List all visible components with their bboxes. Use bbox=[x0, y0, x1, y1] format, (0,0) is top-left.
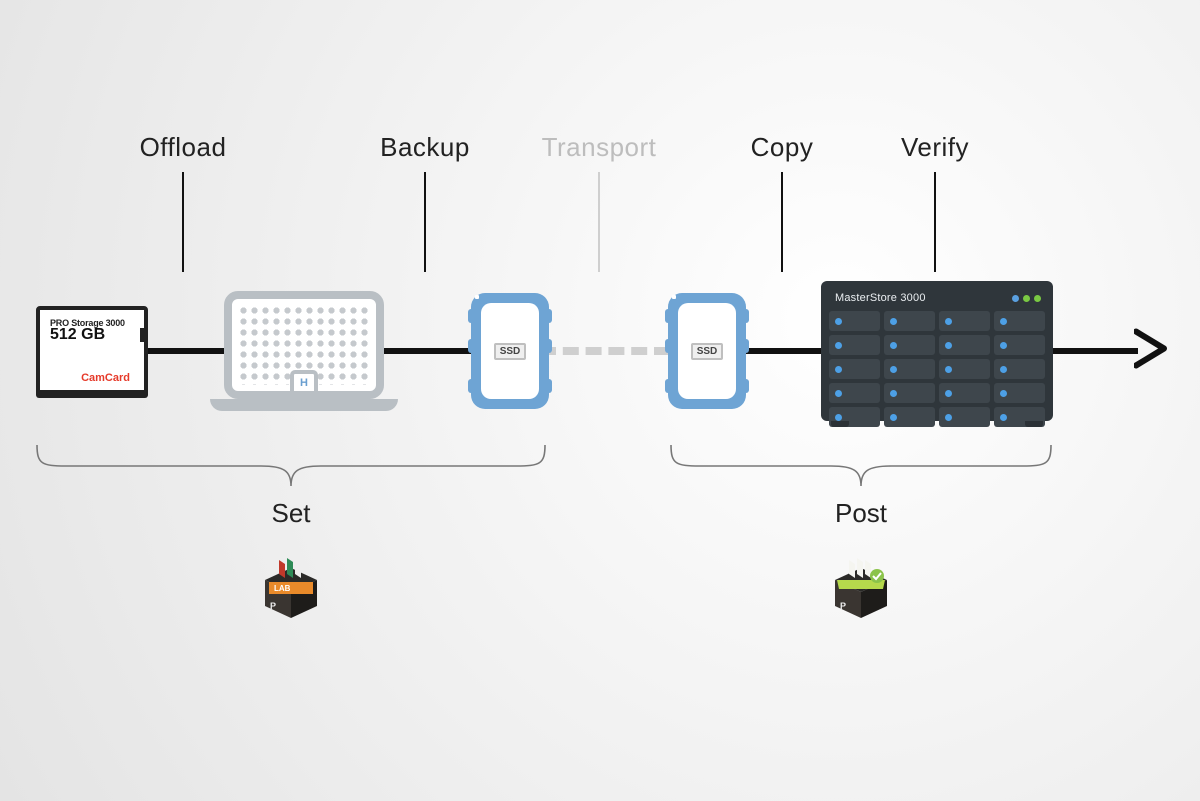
laptop-badge: H bbox=[290, 370, 318, 392]
ssd-device-2: SSD bbox=[668, 293, 746, 409]
app-icon-offload: P bbox=[829, 556, 893, 629]
step-label-transport: Transport bbox=[542, 132, 657, 163]
step-label-copy: Copy bbox=[751, 132, 814, 163]
step-label-offload: Offload bbox=[140, 132, 227, 163]
brace-post bbox=[670, 444, 1052, 488]
step-label-verify: Verify bbox=[901, 132, 969, 163]
offload-p: P bbox=[840, 601, 846, 611]
arrow-head-icon bbox=[1134, 328, 1168, 375]
raid-bay-grid bbox=[827, 309, 1047, 429]
silverstack-p: P bbox=[270, 601, 276, 611]
raid-title: MasterStore 3000 bbox=[835, 292, 926, 304]
step-tick-transport bbox=[598, 172, 600, 272]
step-tick-backup bbox=[424, 172, 426, 272]
ssd-tag-2: SSD bbox=[691, 343, 724, 360]
cfcard-brand: CamCard bbox=[50, 372, 130, 384]
diagram-stage: Offload Backup Transport Copy Verify PRO… bbox=[0, 0, 1200, 801]
step-tick-copy bbox=[781, 172, 783, 272]
ssd-device-1: SSD bbox=[471, 293, 549, 409]
cfcard-device: PRO Storage 3000 512 GB CamCard bbox=[36, 306, 148, 396]
group-label-set: Set bbox=[271, 498, 310, 529]
step-tick-offload bbox=[182, 172, 184, 272]
brace-set bbox=[36, 444, 546, 488]
flow-line-transport bbox=[540, 347, 670, 355]
silverstack-tag: LAB bbox=[274, 584, 291, 593]
laptop-device: H bbox=[209, 291, 399, 411]
step-label-backup: Backup bbox=[380, 132, 470, 163]
cfcard-capacity: 512 GB bbox=[50, 326, 130, 344]
raid-leds-icon bbox=[1012, 295, 1041, 302]
app-icon-silverstack: LAB P bbox=[259, 556, 323, 629]
group-label-post: Post bbox=[835, 498, 887, 529]
ssd-tag-1: SSD bbox=[494, 343, 527, 360]
raid-device: MasterStore 3000 bbox=[821, 281, 1053, 421]
step-tick-verify bbox=[934, 172, 936, 272]
